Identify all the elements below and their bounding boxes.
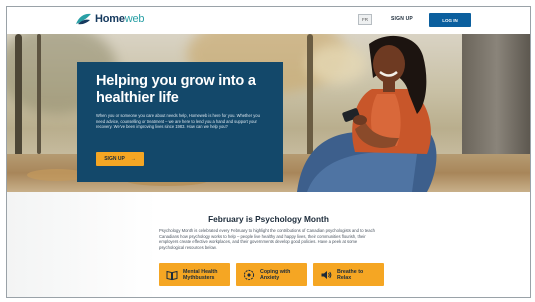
header-signup-link[interactable]: SIGN UP bbox=[391, 16, 413, 22]
logo-text: Homeweb bbox=[95, 13, 145, 25]
resource-button-mythbusters[interactable]: Mental Health Mythbusters bbox=[159, 263, 230, 286]
resource-buttons: Mental Health Mythbusters Coping with An… bbox=[159, 263, 384, 286]
hero-signup-label: SIGN UP bbox=[104, 156, 125, 162]
hero-person-illustration bbox=[297, 35, 437, 192]
section-title: February is Psychology Month bbox=[208, 214, 329, 224]
psychology-month-section: February is Psychology Month Psychology … bbox=[7, 192, 530, 297]
hero-tree bbox=[37, 34, 41, 154]
resource-button-anxiety[interactable]: Coping with Anxiety bbox=[236, 263, 307, 286]
resource-label: Breathe to Relax bbox=[337, 268, 364, 281]
hero-card: Helping you grow into a healthier life W… bbox=[77, 62, 283, 182]
resource-label: Mental Health Mythbusters bbox=[183, 268, 218, 281]
homeweb-logo[interactable]: Homeweb bbox=[75, 12, 145, 26]
login-button[interactable]: LOG IN bbox=[429, 13, 471, 27]
book-icon bbox=[166, 270, 178, 280]
site-header: Homeweb FR SIGN UP LOG IN bbox=[7, 7, 530, 33]
arrow-right-icon: → bbox=[130, 156, 136, 162]
hero-signup-button[interactable]: SIGN UP → bbox=[96, 152, 144, 166]
speaker-icon bbox=[321, 270, 332, 279]
hero-tree bbox=[15, 34, 22, 164]
hero-title: Helping you grow into a healthier life bbox=[96, 73, 256, 106]
language-toggle-button[interactable]: FR bbox=[358, 14, 372, 25]
hero-body-text: When you or someone you care about needs… bbox=[96, 113, 260, 130]
anxiety-icon bbox=[243, 269, 255, 280]
resource-button-breathe[interactable]: Breathe to Relax bbox=[313, 263, 384, 286]
section-background bbox=[7, 192, 157, 297]
logo-leaf-icon bbox=[76, 13, 91, 25]
section-body-text: Psychology Month is celebrated every Feb… bbox=[159, 228, 376, 251]
resource-label: Coping with Anxiety bbox=[260, 268, 291, 281]
hero-banner: Helping you grow into a healthier life W… bbox=[7, 34, 530, 192]
browser-frame: Homeweb FR SIGN UP LOG IN Helping you gr… bbox=[6, 6, 531, 298]
